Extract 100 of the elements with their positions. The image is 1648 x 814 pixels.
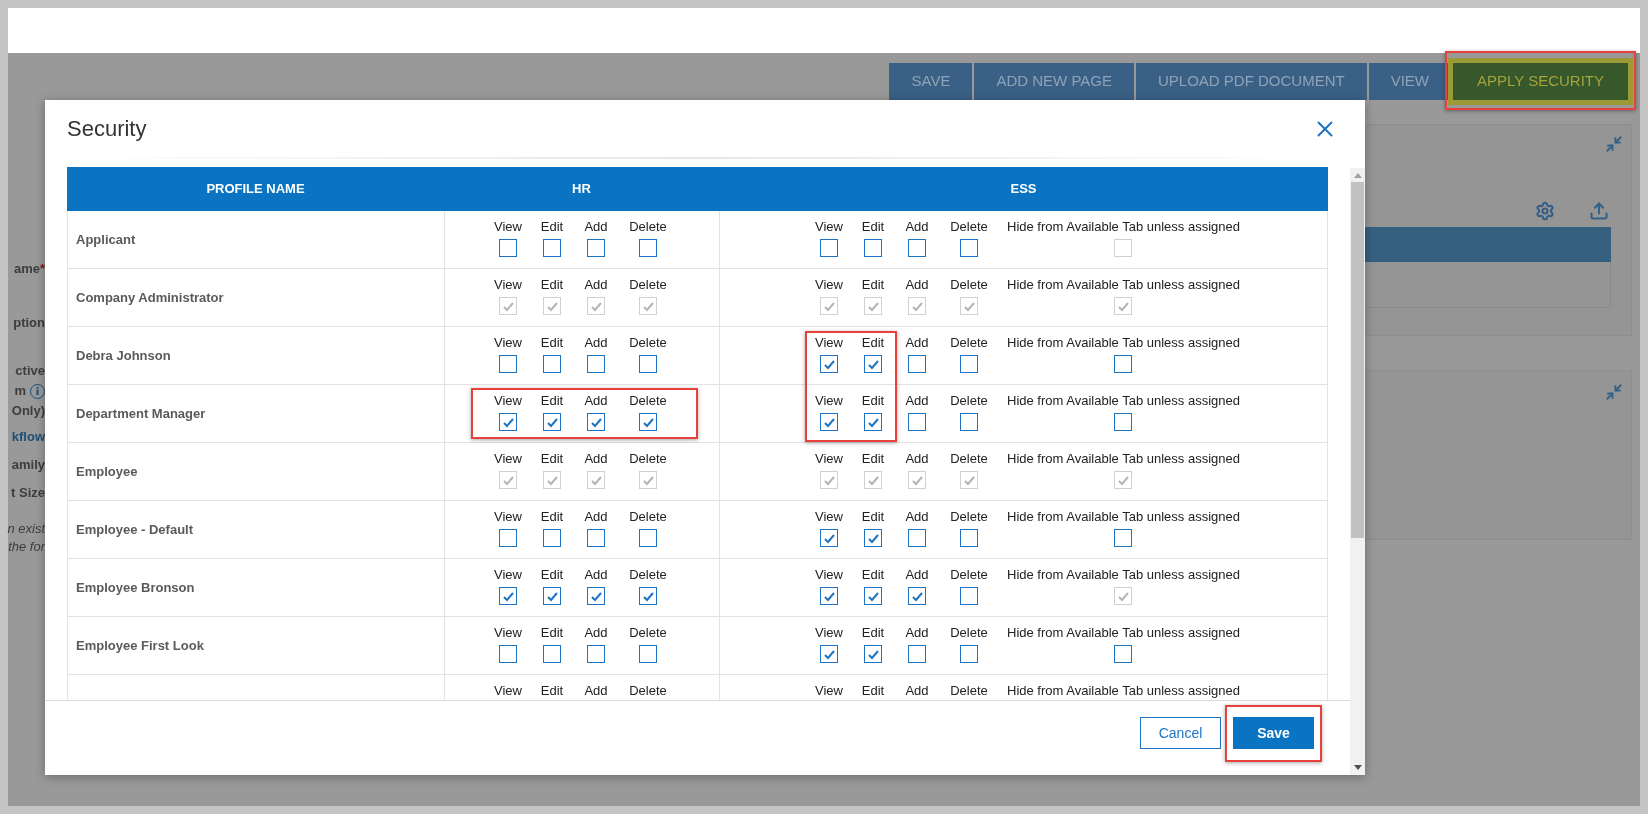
scroll-down-icon[interactable]: [1353, 765, 1362, 770]
toolbar-button[interactable]: UPLOAD PDF DOCUMENT: [1135, 63, 1367, 100]
checkbox[interactable]: [543, 529, 561, 547]
checkbox[interactable]: [820, 529, 838, 547]
checkbox[interactable]: [1114, 529, 1133, 547]
permission-label: Edit: [540, 566, 564, 583]
column-header: PROFILE NAME: [206, 180, 305, 199]
checkbox[interactable]: [908, 529, 926, 547]
checkbox[interactable]: [908, 239, 926, 257]
checkbox[interactable]: [820, 413, 838, 431]
checkbox[interactable]: [820, 587, 838, 605]
permission-label: View: [815, 218, 843, 235]
checkbox[interactable]: [587, 645, 605, 663]
permission-label: Hide from Available Tab unless assigned: [1007, 450, 1240, 467]
permission-label: Hide from Available Tab unless assigned: [1007, 624, 1240, 641]
form-label: t Size: [11, 484, 45, 502]
checkbox[interactable]: [908, 587, 926, 605]
checkbox[interactable]: [499, 355, 517, 373]
checkbox[interactable]: [960, 587, 978, 605]
checkbox[interactable]: [864, 355, 882, 373]
checkbox[interactable]: [1114, 355, 1133, 373]
profile-name: Company Administrator: [76, 288, 224, 307]
permission-label: Edit: [861, 450, 885, 467]
permission-label: Edit: [540, 450, 564, 467]
checkbox[interactable]: [587, 239, 605, 257]
permission-label: Delete: [950, 276, 988, 293]
permission-label: Add: [584, 218, 608, 235]
checkbox[interactable]: [587, 413, 605, 431]
checkbox[interactable]: [543, 355, 561, 373]
permission-label: Hide from Available Tab unless assigned: [1007, 508, 1240, 525]
checkbox[interactable]: [960, 355, 978, 373]
form-label: ame*: [13, 260, 45, 278]
checkbox[interactable]: [639, 529, 657, 547]
checkbox[interactable]: [639, 645, 657, 663]
permission-label: View: [494, 508, 522, 525]
permission-label: Add: [905, 392, 929, 409]
checkbox[interactable]: [908, 645, 926, 663]
checkbox[interactable]: [1114, 645, 1133, 663]
permission-label: Hide from Available Tab unless assigned: [1007, 218, 1240, 235]
checkbox[interactable]: [639, 355, 657, 373]
permission-label: Add: [584, 392, 608, 409]
permission-label: Delete: [950, 392, 988, 409]
profile-name: Department Manager: [76, 404, 206, 423]
checkbox[interactable]: [499, 413, 517, 431]
permission-label: Edit: [540, 392, 564, 409]
checkbox[interactable]: [499, 587, 517, 605]
permission-label: Add: [584, 566, 608, 583]
toolbar-button[interactable]: SAVE: [889, 63, 973, 100]
permission-label: Add: [905, 682, 929, 699]
checkbox[interactable]: [639, 587, 657, 605]
checkbox[interactable]: [499, 239, 517, 257]
checkbox[interactable]: [864, 645, 882, 663]
permission-label: View: [815, 450, 843, 467]
checkbox[interactable]: [820, 645, 838, 663]
permission-label: Hide from Available Tab unless assigned: [1007, 566, 1240, 583]
checkbox[interactable]: [543, 587, 561, 605]
checkbox[interactable]: [639, 239, 657, 257]
permission-label: View: [494, 218, 522, 235]
checkbox[interactable]: [639, 413, 657, 431]
checkbox[interactable]: [908, 413, 926, 431]
permission-label: View: [494, 624, 522, 641]
checkbox[interactable]: [864, 529, 882, 547]
cancel-button[interactable]: Cancel: [1140, 717, 1221, 749]
permission-label: Edit: [540, 218, 564, 235]
checkbox[interactable]: [820, 239, 838, 257]
checkbox[interactable]: [864, 413, 882, 431]
checkbox[interactable]: [960, 413, 978, 431]
scroll-thumb[interactable]: [1351, 182, 1364, 538]
checkbox[interactable]: [864, 587, 882, 605]
permission-label: Delete: [950, 450, 988, 467]
checkbox[interactable]: [820, 355, 838, 373]
permission-label: View: [494, 566, 522, 583]
scrollbar[interactable]: [1350, 168, 1365, 775]
toolbar-button[interactable]: ADD NEW PAGE: [974, 63, 1134, 100]
form-label: kflow: [11, 428, 45, 446]
checkbox[interactable]: [587, 529, 605, 547]
checkbox[interactable]: [908, 355, 926, 373]
checkbox[interactable]: [960, 239, 978, 257]
checkbox[interactable]: [587, 587, 605, 605]
checkbox[interactable]: [864, 239, 882, 257]
permission-label: Delete: [950, 566, 988, 583]
checkbox[interactable]: [543, 413, 561, 431]
permission-label: Edit: [861, 392, 885, 409]
permission-label: Add: [584, 276, 608, 293]
permission-label: View: [494, 392, 522, 409]
checkbox[interactable]: [499, 529, 517, 547]
checkbox[interactable]: [499, 645, 517, 663]
checkbox[interactable]: [960, 645, 978, 663]
checkbox[interactable]: [1114, 413, 1133, 431]
checkbox[interactable]: [543, 645, 561, 663]
checkbox[interactable]: [587, 355, 605, 373]
save-button[interactable]: Save: [1233, 717, 1314, 749]
permission-label: View: [494, 334, 522, 351]
permission-label: Add: [905, 566, 929, 583]
checkbox[interactable]: [960, 529, 978, 547]
profile-name: Debra Johnson: [76, 346, 171, 365]
permission-label: View: [815, 334, 843, 351]
permission-label: Hide from Available Tab unless assigned: [1007, 334, 1240, 351]
checkbox[interactable]: [543, 239, 561, 257]
permission-label: Edit: [540, 508, 564, 525]
